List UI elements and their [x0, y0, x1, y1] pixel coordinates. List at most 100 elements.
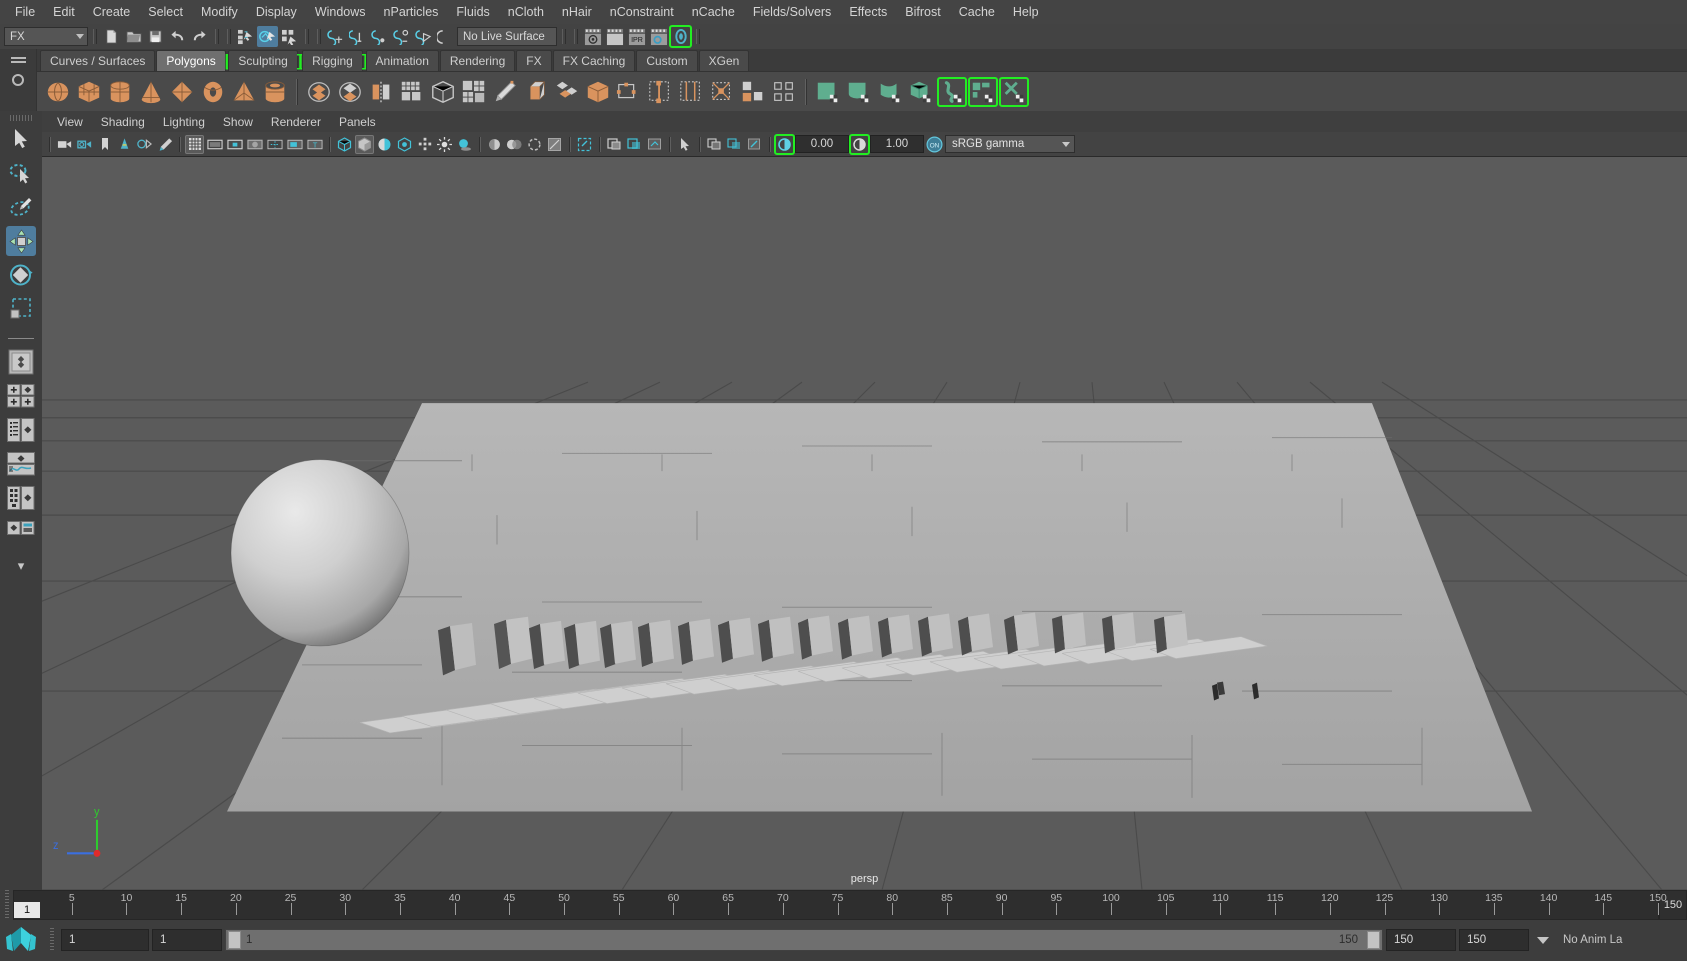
range-start-field[interactable]: 1	[152, 929, 222, 951]
time-slider-drag-handle[interactable]	[0, 890, 13, 920]
poly-pipe-icon[interactable]	[261, 78, 289, 106]
hypershade-icon[interactable]	[669, 25, 692, 48]
render-view-icon[interactable]	[582, 26, 603, 47]
menu-item-windows[interactable]: Windows	[306, 3, 375, 21]
menu-item-nconstraint[interactable]: nConstraint	[601, 3, 683, 21]
rotate-tool[interactable]	[6, 260, 36, 290]
color-management-dropdown[interactable]: sRGB gamma	[945, 135, 1075, 153]
smooth-shade-icon[interactable]	[355, 134, 374, 154]
viewport-grid-icon[interactable]	[625, 135, 644, 154]
reduce-icon[interactable]	[429, 78, 457, 106]
menu-item-nhair[interactable]: nHair	[553, 3, 601, 21]
multi-cut-icon[interactable]	[491, 78, 519, 106]
menu-item-cache[interactable]: Cache	[950, 3, 1004, 21]
grid-icon[interactable]	[185, 134, 204, 154]
shelf-tab-rendering[interactable]: Rendering	[439, 50, 516, 71]
shelf-tab-polygons[interactable]: Polygons	[156, 50, 226, 71]
resolution-gate-icon[interactable]	[225, 135, 244, 154]
gear-icon[interactable]	[12, 74, 24, 86]
textured-icon[interactable]	[395, 135, 414, 154]
menu-item-nparticles[interactable]: nParticles	[375, 3, 448, 21]
menu-item-ncache[interactable]: nCache	[683, 3, 744, 21]
shelf-tab-curves-surfaces[interactable]: Curves / Surfaces	[40, 50, 156, 71]
combine-icon[interactable]	[305, 78, 333, 106]
camera-attributes-icon[interactable]	[75, 135, 94, 154]
select-camera-icon[interactable]	[55, 135, 74, 154]
viewport-menu-shading[interactable]: Shading	[93, 113, 153, 131]
range-end-field[interactable]: 150	[1386, 929, 1456, 951]
snap-to-curve-icon[interactable]	[347, 26, 368, 47]
grease-pencil-icon[interactable]	[155, 135, 174, 154]
save-scene-icon[interactable]	[145, 26, 166, 47]
menu-item-modify[interactable]: Modify	[192, 3, 247, 21]
toolbox-more-button[interactable]: ▾	[6, 551, 36, 581]
poly-octahedron-icon[interactable]	[168, 78, 196, 106]
menu-item-help[interactable]: Help	[1004, 3, 1048, 21]
3d-viewport[interactable]: y z persp	[42, 156, 1687, 890]
range-start-handle[interactable]	[228, 931, 241, 949]
insert-edge-loop-icon[interactable]	[646, 78, 674, 106]
menu-item-effects[interactable]: Effects	[840, 3, 896, 21]
bevel-icon[interactable]	[553, 78, 581, 106]
lasso-tool[interactable]	[6, 158, 36, 188]
viewport-menu-panels[interactable]: Panels	[331, 113, 384, 131]
two-pane-icon[interactable]	[705, 135, 724, 154]
separate-icon[interactable]	[336, 78, 364, 106]
shelf-tab-fx-caching[interactable]: FX Caching	[552, 50, 636, 71]
bridge-icon[interactable]	[584, 78, 612, 106]
poly-sphere-icon[interactable]	[44, 78, 72, 106]
current-frame-indicator[interactable]: 1	[14, 902, 40, 918]
layout-four-pane[interactable]	[6, 381, 36, 411]
isolate-select-icon[interactable]	[575, 135, 594, 154]
shelf-tab-sculpting[interactable]: Sculpting	[228, 50, 298, 71]
multisample-icon[interactable]	[525, 135, 544, 154]
uv-cut-icon[interactable]	[999, 76, 1029, 107]
menu-item-file[interactable]: File	[6, 3, 44, 21]
move-tool[interactable]	[6, 226, 36, 256]
menu-item-edit[interactable]: Edit	[44, 3, 84, 21]
viewport-snapshot-icon[interactable]	[645, 135, 664, 154]
subdiv-proxy-icon[interactable]	[460, 78, 488, 106]
quad-draw-icon[interactable]	[770, 78, 798, 106]
snap-to-grid-icon[interactable]	[325, 26, 346, 47]
gamma-icon[interactable]	[849, 133, 870, 155]
shaded-wireframe-icon[interactable]	[375, 135, 394, 154]
layout-single-pane[interactable]	[6, 347, 36, 377]
uv-unfold-icon[interactable]	[937, 76, 967, 107]
menu-item-fields-solvers[interactable]: Fields/Solvers	[744, 3, 841, 21]
poly-cylinder-icon[interactable]	[106, 78, 134, 106]
wedge-face-icon[interactable]	[739, 78, 767, 106]
poly-cone-icon[interactable]	[137, 78, 165, 106]
open-scene-icon[interactable]	[123, 26, 144, 47]
uv-spherical-icon[interactable]	[876, 78, 904, 106]
image-plane-icon[interactable]	[115, 135, 134, 154]
gate-mask-icon[interactable]	[245, 135, 264, 154]
select-by-object-icon[interactable]	[257, 26, 278, 47]
anim-start-field[interactable]: 1	[61, 929, 149, 951]
new-scene-icon[interactable]	[101, 26, 122, 47]
shelf-tab-animation[interactable]: Animation	[365, 50, 439, 71]
poke-face-icon[interactable]	[708, 78, 736, 106]
anim-end-field[interactable]: 150	[1459, 929, 1529, 951]
tear-off-panel-icon[interactable]	[725, 135, 744, 154]
viewport-select-icon[interactable]	[675, 135, 694, 154]
uv-planar-icon[interactable]	[814, 78, 842, 106]
range-end-handle[interactable]	[1367, 931, 1380, 949]
viewport-panel-icon[interactable]	[605, 135, 624, 154]
scale-tool[interactable]	[6, 294, 36, 324]
menu-set-dropdown[interactable]: FX	[4, 27, 88, 46]
undo-icon[interactable]	[167, 26, 188, 47]
gamma-value[interactable]: 1.00	[870, 135, 924, 153]
viewport-menu-lighting[interactable]: Lighting	[155, 113, 213, 131]
append-polygon-icon[interactable]	[615, 78, 643, 106]
two-d-pan-zoom-icon[interactable]	[135, 135, 154, 154]
safe-action-icon[interactable]	[285, 135, 304, 154]
motion-blur-icon[interactable]	[505, 135, 524, 154]
extrude-icon[interactable]	[522, 78, 550, 106]
wireframe-icon[interactable]	[335, 135, 354, 154]
use-default-lighting-icon[interactable]	[415, 135, 434, 154]
viewport-menu-view[interactable]: View	[49, 113, 91, 131]
live-surface-field[interactable]: No Live Surface	[457, 27, 557, 46]
poly-torus-icon[interactable]	[199, 78, 227, 106]
snap-to-point-icon[interactable]	[369, 26, 390, 47]
